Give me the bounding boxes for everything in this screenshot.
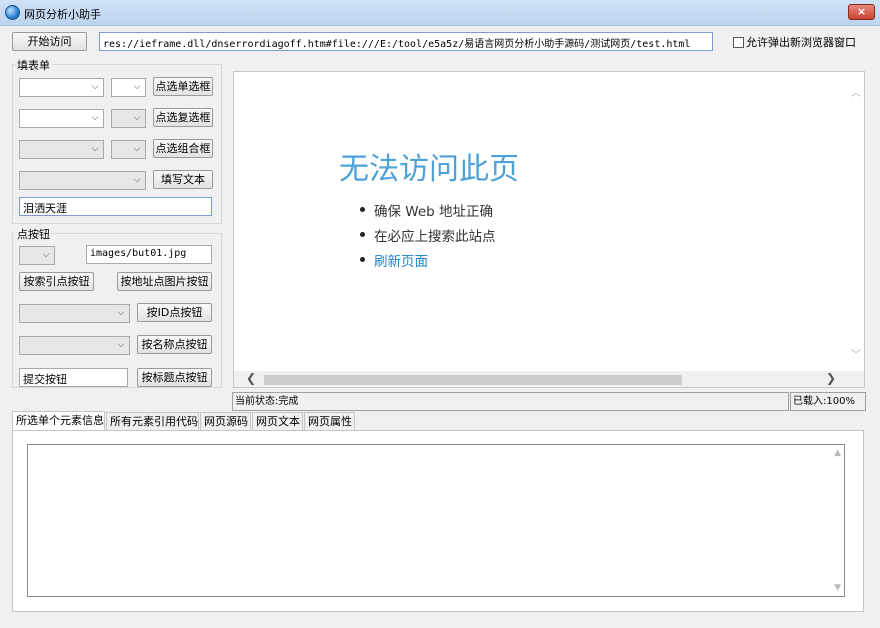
tab-selected-element[interactable]: 所选单个元素信息 <box>12 411 105 431</box>
tab-all-elements-code[interactable]: 所有元素引用代码 <box>106 412 199 431</box>
button-name-select[interactable]: ⌵ <box>19 336 130 355</box>
error-title: 无法访问此页 <box>339 152 519 187</box>
allow-popup-checkbox[interactable]: 允许弹出新浏览器窗口 <box>733 34 856 50</box>
scroll-down-icon[interactable]: ▼ <box>834 583 841 593</box>
fill-text-input[interactable]: 泪洒天涯 <box>19 197 212 216</box>
close-button[interactable]: × <box>848 4 875 20</box>
form-select-1[interactable]: ⌵ <box>19 78 104 97</box>
option-select-2[interactable]: ⌵ <box>111 109 146 128</box>
suggestion-check-url: 确保 Web 地址正确 <box>360 200 496 225</box>
suggestion-search-bing: 在必应上搜索此站点 <box>360 225 496 250</box>
scroll-down-icon[interactable]: ﹀ <box>851 346 861 361</box>
button-id-select[interactable]: ⌵ <box>19 304 130 323</box>
browser-view[interactable]: 无法访问此页 确保 Web 地址正确 在必应上搜索此站点 刷新页面 ︿ ﹀ ❮ … <box>233 71 865 388</box>
url-input[interactable]: res://ieframe.dll/dnserrordiagoff.htm#fi… <box>99 32 713 51</box>
scroll-up-icon[interactable]: ▲ <box>834 448 841 458</box>
element-info-textarea[interactable]: ▲ ▼ <box>27 444 845 597</box>
select-combo-button[interactable]: 点选组合框 <box>153 139 213 158</box>
click-by-title-button[interactable]: 按标题点按钮 <box>137 368 212 387</box>
tab-panel: ▲ ▼ <box>12 430 864 612</box>
option-select-3[interactable]: ⌵ <box>111 140 146 159</box>
horizontal-scrollbar[interactable]: ❮ ❯ <box>234 371 864 387</box>
fill-text-button[interactable]: 填写文本 <box>153 170 213 189</box>
button-index-select[interactable]: ⌵ <box>19 246 55 265</box>
fill-form-group-label: 填表单 <box>15 57 52 73</box>
tab-page-properties[interactable]: 网页属性 <box>304 412 355 431</box>
form-select-3[interactable]: ⌵ <box>19 140 104 159</box>
scrollbar-thumb[interactable] <box>264 375 682 385</box>
chevron-down-icon: ⌵ <box>133 113 141 123</box>
click-by-id-button[interactable]: 按ID点按钮 <box>137 303 212 322</box>
button-title-input[interactable]: 提交按钮 <box>19 368 128 387</box>
chevron-down-icon: ⌵ <box>91 82 99 92</box>
click-by-name-button[interactable]: 按名称点按钮 <box>137 335 212 354</box>
click-by-index-button[interactable]: 按索引点按钮 <box>19 272 94 291</box>
app-icon <box>5 5 20 20</box>
scroll-up-icon[interactable]: ︿ <box>851 84 861 99</box>
allow-popup-label: 允许弹出新浏览器窗口 <box>746 36 856 49</box>
chevron-down-icon: ⌵ <box>91 113 99 123</box>
scroll-right-icon[interactable]: ❯ <box>826 371 836 385</box>
error-suggestions: 确保 Web 地址正确 在必应上搜索此站点 刷新页面 <box>360 200 496 275</box>
chevron-down-icon: ⌵ <box>133 144 141 154</box>
status-state: 当前状态:完成 <box>232 392 789 411</box>
select-single-button[interactable]: 点选单选框 <box>153 77 213 96</box>
chevron-down-icon: ⌵ <box>117 340 125 350</box>
refresh-page-link[interactable]: 刷新页面 <box>360 250 496 275</box>
click-by-image-button[interactable]: 按地址点图片按钮 <box>117 272 212 291</box>
tab-page-source[interactable]: 网页源码 <box>200 412 251 431</box>
title-bar: 网页分析小助手 × <box>0 0 880 26</box>
window-title: 网页分析小助手 <box>24 8 101 21</box>
option-select-1[interactable]: ⌵ <box>111 78 146 97</box>
tab-page-text[interactable]: 网页文本 <box>252 412 303 431</box>
select-multi-button[interactable]: 点选复选框 <box>153 108 213 127</box>
image-path-input[interactable]: images/but01.jpg <box>86 245 212 264</box>
chevron-down-icon: ⌵ <box>133 175 141 185</box>
chevron-down-icon: ⌵ <box>117 308 125 318</box>
text-field-select[interactable]: ⌵ <box>19 171 146 190</box>
checkbox-box[interactable] <box>733 37 744 48</box>
chevron-down-icon: ⌵ <box>133 82 141 92</box>
start-visit-button[interactable]: 开始访问 <box>12 32 87 51</box>
status-loaded: 已载入:100% <box>790 392 866 411</box>
click-button-group-label: 点按钮 <box>15 226 52 242</box>
form-select-2[interactable]: ⌵ <box>19 109 104 128</box>
scroll-left-icon[interactable]: ❮ <box>246 371 256 385</box>
chevron-down-icon: ⌵ <box>91 144 99 154</box>
chevron-down-icon: ⌵ <box>42 250 50 260</box>
